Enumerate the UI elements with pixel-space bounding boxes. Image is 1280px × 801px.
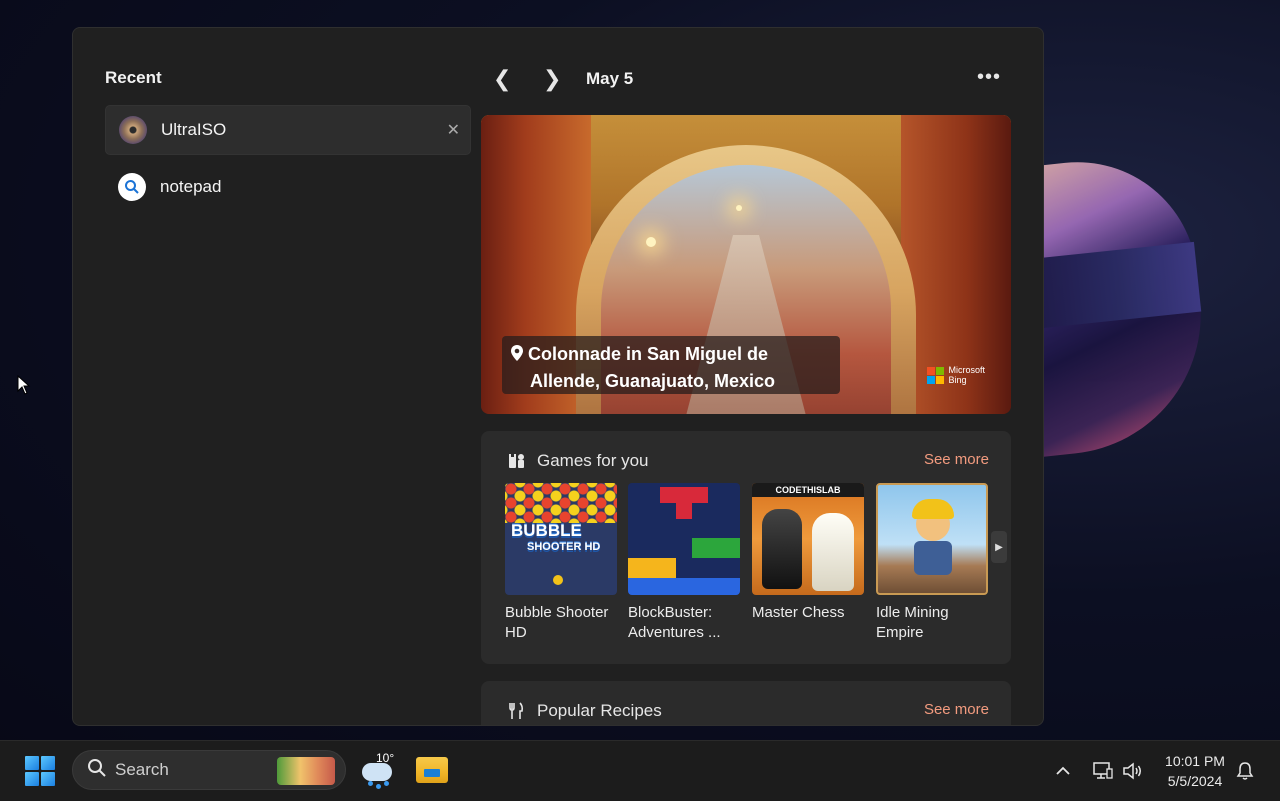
image-caption: Colonnade in San Miguel de Allende, Guan… [502, 336, 840, 394]
recipes-card-title: Popular Recipes [537, 701, 662, 720]
search-placeholder: Search [115, 760, 169, 779]
clock-time: 10:01 PM [1165, 753, 1225, 769]
weather-temperature: 10° [376, 751, 395, 765]
game-name: Bubble Shooter HD [505, 604, 609, 641]
date-title: May 5 [586, 69, 634, 88]
network-icon[interactable] [1092, 741, 1114, 801]
clock-date: 5/5/2024 [1167, 773, 1223, 789]
lamp-light [646, 237, 656, 247]
caption-line-2: Allende, Guanajuato, Mexico [530, 371, 776, 391]
highlight-image-card[interactable]: Colonnade in San Miguel de Allende, Guan… [481, 115, 1011, 414]
recipes-see-more-link[interactable]: See more [924, 701, 989, 718]
search-icon [118, 173, 146, 201]
games-see-more-link[interactable]: See more [924, 451, 989, 468]
game-thumbnail [628, 483, 740, 595]
search-icon [87, 758, 107, 783]
microsoft-bing-logo: Microsoft Bing [927, 365, 985, 385]
file-explorer-icon[interactable] [416, 757, 448, 783]
scroll-right-arrow-icon[interactable]: ▶ [991, 531, 1007, 563]
taskbar-search-box[interactable]: Search [72, 750, 346, 790]
fork-knife-icon [507, 701, 527, 721]
game-tile-master-chess[interactable]: CODETHISLAB Master Chess [752, 483, 864, 623]
search-highlight-image [277, 757, 335, 785]
recipes-card: Popular Recipes See more [481, 681, 1011, 725]
black-king-piece [762, 509, 802, 589]
games-card: Games for you See more BUBBLE SHOOTER HD … [481, 431, 1011, 664]
show-hidden-icons-chevron-icon[interactable] [1054, 741, 1072, 801]
recent-heading: Recent [105, 68, 162, 87]
game-tile-blockbuster[interactable]: BlockBuster: Adventures ... [628, 483, 740, 643]
game-thumbnail: BUBBLE SHOOTER HD [505, 483, 617, 595]
game-tile-bubble-shooter[interactable]: BUBBLE SHOOTER HD Bubble Shooter HD [505, 483, 617, 643]
game-name: Idle Mining Empire [876, 604, 949, 641]
ultraiso-app-icon [119, 116, 147, 144]
recent-item-ultraiso[interactable]: UltraISO ✕ [105, 105, 471, 155]
game-thumbnail: CODETHISLAB [752, 483, 864, 595]
notification-bell-icon[interactable] [1236, 741, 1254, 801]
white-queen-piece [812, 513, 854, 591]
taskbar: Search 10° 10:01 PM 5/5/2024 [0, 740, 1280, 801]
chess-pieces-icon [507, 451, 527, 471]
windows-start-icon[interactable] [25, 756, 55, 786]
recent-item-notepad[interactable]: notepad [105, 163, 469, 211]
search-flyout: Recent UltraISO ✕ notepad ❮ ❯ May 5 ••• … [72, 27, 1044, 726]
game-name: Master Chess [752, 604, 845, 621]
weather-widget[interactable]: 10° [362, 751, 398, 791]
next-arrow-icon[interactable]: ❯ [543, 66, 561, 92]
recent-item-label: notepad [160, 177, 222, 196]
more-options-icon[interactable]: ••• [977, 66, 1001, 89]
recent-item-label: UltraISO [161, 120, 227, 139]
microsoft-logo-icon [927, 366, 945, 384]
rain-cloud-icon [362, 763, 392, 781]
remove-recent-icon[interactable]: ✕ [447, 120, 460, 140]
volume-icon[interactable] [1122, 741, 1144, 801]
taskbar-clock[interactable]: 10:01 PM 5/5/2024 [1160, 751, 1230, 791]
game-tile-idle-mining[interactable]: Idle Mining Empire [876, 483, 988, 643]
game-name: BlockBuster: Adventures ... [628, 604, 721, 641]
caption-line-1: Colonnade in San Miguel de [528, 344, 769, 364]
previous-arrow-icon[interactable]: ❮ [493, 66, 511, 92]
games-card-title: Games for you [537, 451, 649, 470]
game-thumbnail [876, 483, 988, 595]
location-pin-icon [510, 344, 524, 369]
